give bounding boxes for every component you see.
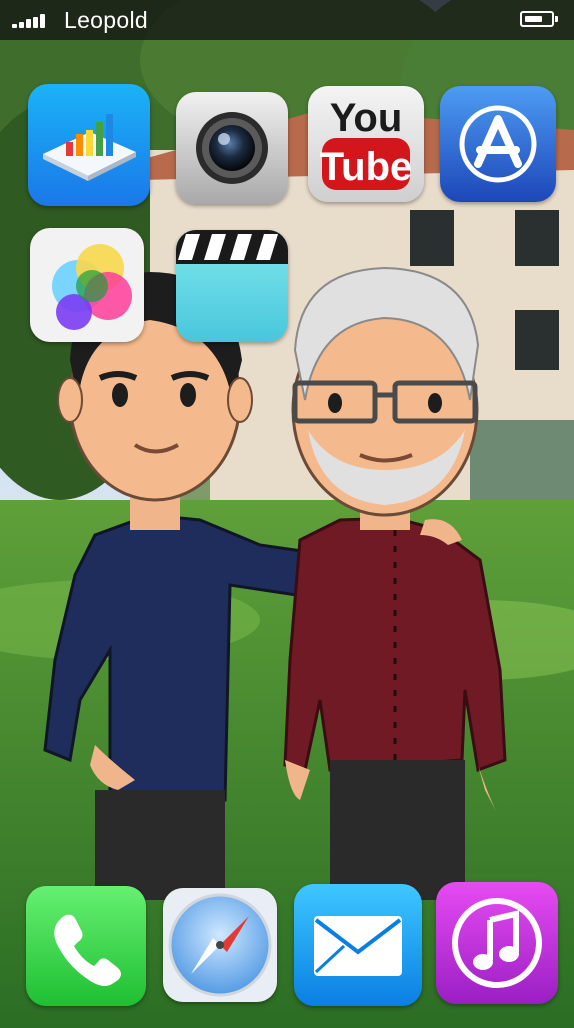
battery-icon: [520, 11, 558, 27]
camera-app-button[interactable]: [176, 92, 288, 204]
videos-clapper-icon: [176, 230, 288, 342]
signal-strength-icon: [12, 14, 46, 28]
carrier-name: Leopold: [64, 7, 148, 33]
youtube-app-button[interactable]: You Tube: [308, 86, 424, 202]
camera-icon: [176, 92, 288, 204]
app-store-button[interactable]: [440, 86, 556, 202]
app-store-icon: [440, 86, 556, 202]
game-center-button[interactable]: [30, 228, 144, 342]
phone-app-button[interactable]: [26, 886, 146, 1006]
game-center-icon: [30, 228, 144, 342]
numbers-app-button[interactable]: [28, 84, 150, 206]
status-bar: Leopold: [0, 0, 574, 40]
numbers-chart-icon: [28, 84, 150, 206]
mail-app-button[interactable]: [294, 884, 422, 1006]
youtube-label-top: You: [330, 96, 403, 140]
phone-icon: [26, 886, 146, 1006]
mail-icon: [294, 884, 422, 1006]
itunes-music-icon: [436, 882, 558, 1004]
videos-app-button[interactable]: [176, 230, 288, 342]
itunes-app-button[interactable]: [436, 882, 558, 1004]
safari-app-button[interactable]: [163, 888, 277, 1002]
safari-compass-icon: [163, 888, 277, 1002]
youtube-label-bottom: Tube: [320, 145, 413, 189]
youtube-icon: You Tube: [308, 86, 424, 202]
